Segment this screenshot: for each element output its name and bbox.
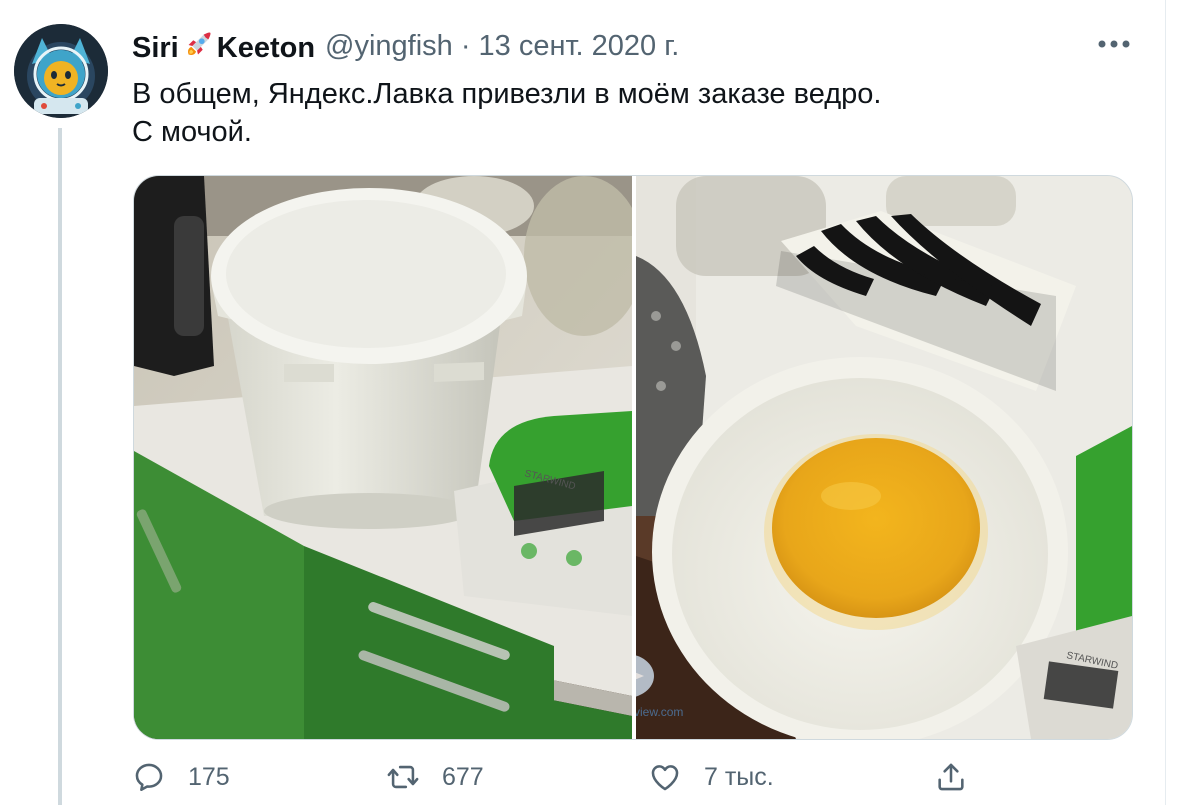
avatar[interactable] <box>14 24 108 118</box>
bowl-photo[interactable]: STARWIND mobile-review.com <box>636 176 1132 739</box>
retweet-button[interactable]: 677 <box>386 760 484 794</box>
tweet-text-line-1: В общем, Яндекс.Лавка привезли в моём за… <box>132 78 882 110</box>
like-count: 7 тыс. <box>704 762 774 791</box>
more-options-icon[interactable] <box>1096 38 1132 50</box>
share-icon <box>938 763 964 791</box>
reply-icon <box>135 763 163 792</box>
tweet-actions: 175 677 7 тыс. <box>132 760 992 806</box>
display-name-last: Keeton <box>216 31 316 64</box>
tweet-text: В общем, Яндекс.Лавка привезли в моём за… <box>132 75 881 151</box>
like-icon <box>651 765 679 791</box>
watermark-text: mobile-review.com <box>636 705 683 719</box>
rocket-icon <box>187 31 211 55</box>
cat-astronaut-avatar-icon <box>14 24 108 118</box>
media-gallery: STARWIND STARWIND iew.com <box>133 175 1133 740</box>
bucket-photo[interactable]: STARWIND <box>134 176 636 739</box>
tweet-text-line-2: С мочой. <box>132 116 252 148</box>
bucket-photo-image: STARWIND <box>134 176 632 739</box>
display-name[interactable]: Siri Keeton <box>132 28 315 65</box>
display-name-first: Siri <box>132 31 179 64</box>
bowl-photo-image: STARWIND mobile-review.com <box>636 176 1132 739</box>
thread-line <box>58 128 62 805</box>
timeline-border <box>1165 0 1166 805</box>
separator-dot: · <box>460 29 471 62</box>
share-button[interactable] <box>934 760 968 794</box>
reply-button[interactable]: 175 <box>132 760 230 794</box>
retweet-icon <box>387 765 419 789</box>
tweet-date[interactable]: 13 сент. 2020 г. <box>479 30 680 63</box>
like-button[interactable]: 7 тыс. <box>648 760 774 794</box>
tweet-header: Siri Keeton @yingfish · 13 сент. 2020 г. <box>132 26 679 66</box>
retweet-count: 677 <box>442 762 484 791</box>
user-handle[interactable]: @yingfish <box>325 30 453 63</box>
reply-count: 175 <box>188 762 230 791</box>
